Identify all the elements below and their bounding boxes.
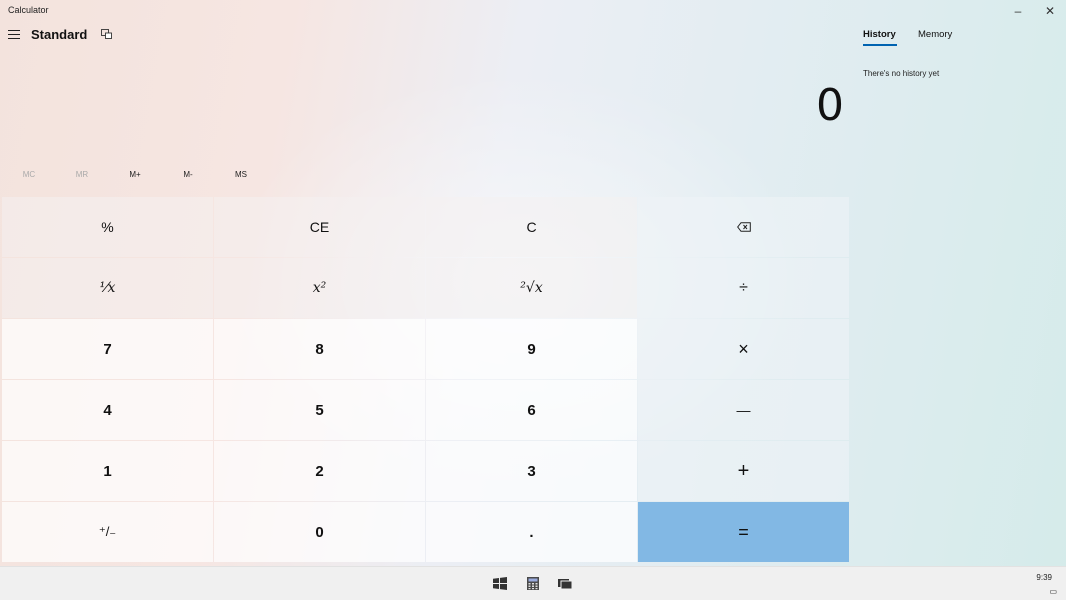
active-tab-indicator: [863, 44, 897, 46]
keep-on-top-icon[interactable]: [101, 29, 112, 39]
minimize-button[interactable]: –: [1002, 0, 1034, 22]
square-button[interactable]: x²: [214, 258, 425, 318]
square-root-button[interactable]: ²√x: [426, 258, 637, 318]
window-title: Calculator: [8, 5, 49, 15]
tab-memory[interactable]: Memory: [918, 29, 952, 40]
digit-2-button[interactable]: 2: [214, 441, 425, 501]
percent-button[interactable]: %: [2, 197, 213, 257]
task-view-icon[interactable]: [558, 577, 572, 590]
divide-button[interactable]: ÷: [638, 258, 849, 318]
decimal-button[interactable]: .: [426, 502, 637, 562]
digit-9-button[interactable]: 9: [426, 319, 637, 379]
keypad: % CE C ⅟x x² ²√x ÷ 7 8 9 × 4 5 6 — 1 2 3…: [2, 197, 850, 564]
tab-history[interactable]: History: [863, 29, 896, 40]
digit-0-button[interactable]: 0: [214, 502, 425, 562]
calculator-app-icon[interactable]: [526, 577, 540, 590]
mode-title: Standard: [31, 27, 88, 42]
result-display: 0: [816, 80, 844, 131]
multiply-button[interactable]: ×: [638, 319, 849, 379]
clear-entry-button[interactable]: CE: [214, 197, 425, 257]
negate-button[interactable]: ⁺/₋: [2, 502, 213, 562]
memory-row: MC MR M+ M- MS: [0, 170, 850, 188]
backspace-icon: [736, 222, 751, 232]
reciprocal-button[interactable]: ⅟x: [2, 258, 213, 318]
memory-store-button[interactable]: MS: [214, 170, 268, 179]
clear-button[interactable]: C: [426, 197, 637, 257]
memory-subtract-button[interactable]: M-: [161, 170, 215, 179]
history-empty-message: There's no history yet: [863, 69, 940, 78]
subtract-button[interactable]: —: [638, 380, 849, 440]
digit-4-button[interactable]: 4: [2, 380, 213, 440]
memory-recall-button[interactable]: MR: [55, 170, 109, 179]
memory-clear-button[interactable]: MC: [2, 170, 56, 179]
digit-5-button[interactable]: 5: [214, 380, 425, 440]
digit-7-button[interactable]: 7: [2, 319, 213, 379]
digit-3-button[interactable]: 3: [426, 441, 637, 501]
equals-button[interactable]: =: [638, 502, 849, 562]
backspace-button[interactable]: [638, 197, 849, 257]
digit-1-button[interactable]: 1: [2, 441, 213, 501]
close-button[interactable]: ✕: [1034, 0, 1066, 22]
digit-8-button[interactable]: 8: [214, 319, 425, 379]
taskbar: 9:39 ▭: [0, 566, 1066, 600]
taskbar-clock[interactable]: 9:39: [1036, 573, 1052, 582]
windows-start-icon[interactable]: [493, 577, 507, 590]
add-button[interactable]: +: [638, 441, 849, 501]
hamburger-icon[interactable]: [8, 30, 20, 40]
notification-icon[interactable]: ▭: [1049, 587, 1057, 596]
digit-6-button[interactable]: 6: [426, 380, 637, 440]
memory-add-button[interactable]: M+: [108, 170, 162, 179]
